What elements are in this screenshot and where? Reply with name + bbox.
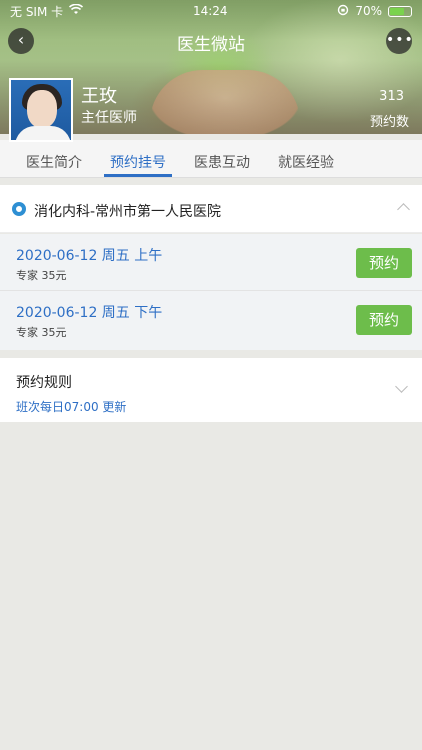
department-name: 消化内科-常州市第一人民医院	[34, 204, 222, 220]
location-dot-icon	[12, 202, 26, 216]
department-header[interactable]: 消化内科-常州市第一人民医院	[0, 185, 422, 233]
appointment-slot: 2020-06-12 周五 上午 专家 35元 预约	[0, 234, 422, 290]
navigation-bar: ‹ 医生微站 •••	[0, 26, 422, 58]
carrier-label: 无 SIM 卡	[10, 4, 64, 19]
appointment-count-label: 预约数	[369, 115, 409, 130]
battery-percent: 70%	[355, 4, 382, 18]
tab-appointment[interactable]: 预约挂号	[104, 140, 172, 177]
hands-with-plant-image	[150, 70, 300, 134]
battery-icon	[388, 5, 412, 17]
book-button[interactable]: 预约	[356, 248, 412, 278]
battery-level	[390, 7, 404, 15]
slot-fee: 专家 35元	[16, 326, 67, 339]
tab-doctor-intro[interactable]: 医生简介	[20, 140, 88, 177]
book-button[interactable]: 预约	[356, 305, 412, 335]
tab-experience[interactable]: 就医经验	[272, 140, 340, 177]
doctor-avatar[interactable]	[9, 78, 73, 142]
appointment-count: 313	[379, 89, 404, 104]
orientation-lock-icon	[337, 4, 349, 19]
doctor-name: 王玫	[81, 86, 117, 107]
chevron-down-icon[interactable]	[395, 380, 408, 393]
slot-date: 2020-06-12 周五 下午	[16, 305, 163, 321]
slot-fee: 专家 35元	[16, 269, 67, 282]
page-title: 医生微站	[177, 35, 245, 55]
doctor-title: 主任医师	[81, 110, 137, 126]
avatar-shirt	[15, 126, 71, 140]
booking-rules-section[interactable]: 预约规则 班次每日07:00 更新	[0, 358, 422, 422]
clock: 14:24	[192, 4, 228, 18]
rules-update-note: 班次每日07:00 更新	[16, 400, 127, 414]
wifi-icon	[69, 3, 84, 18]
more-icon: •••	[386, 32, 414, 48]
slot-date: 2020-06-12 周五 上午	[16, 248, 163, 264]
status-bar: 无 SIM 卡 14:24 70%	[0, 0, 422, 22]
rules-title: 预约规则	[16, 375, 72, 391]
chevron-up-icon[interactable]	[397, 203, 410, 216]
more-button[interactable]: •••	[386, 28, 414, 54]
tab-interaction[interactable]: 医患互动	[188, 140, 256, 177]
appointment-slot: 2020-06-12 周五 下午 专家 35元 预约	[0, 290, 422, 346]
tab-bar: 医生简介 预约挂号 医患互动 就医经验	[0, 140, 422, 178]
avatar-face	[27, 90, 57, 128]
appointment-slot-list: 2020-06-12 周五 上午 专家 35元 预约 2020-06-12 周五…	[0, 234, 422, 350]
